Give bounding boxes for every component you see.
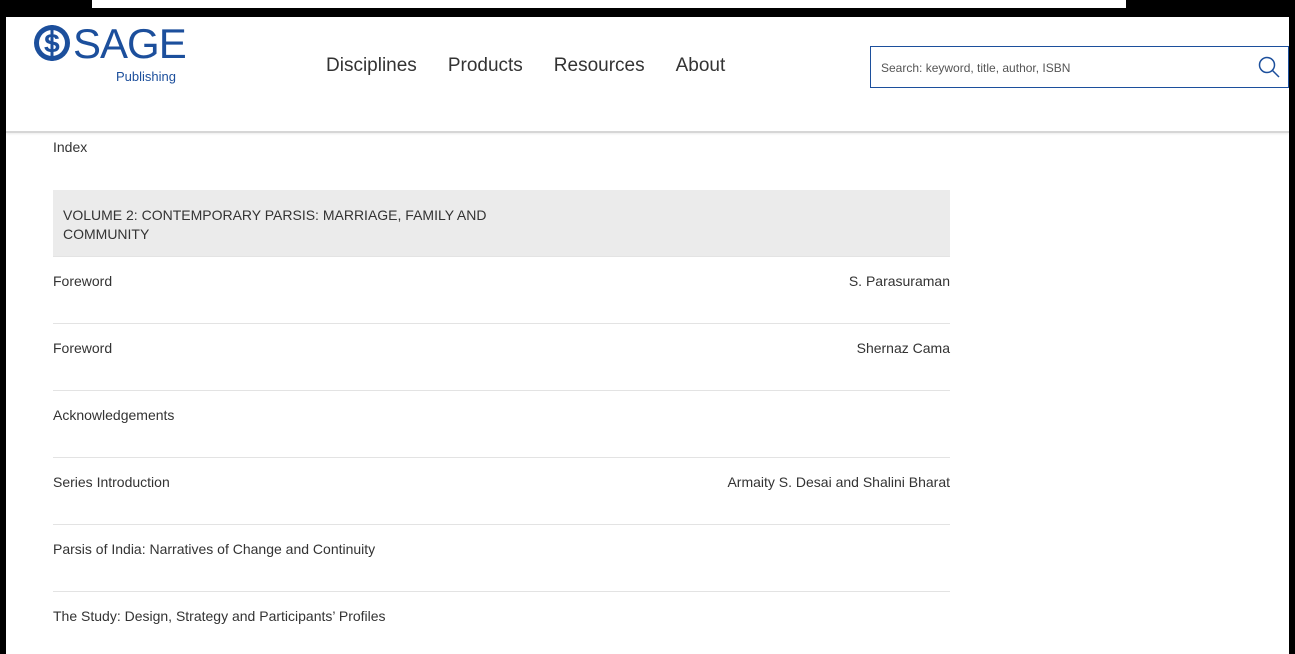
toc-row[interactable]: The Study: Design, Strategy and Particip… — [53, 591, 950, 654]
browser-viewport: S SAGE Publishing Disciplines Products R… — [6, 17, 1289, 654]
search-box — [870, 46, 1289, 89]
sage-logo[interactable]: S SAGE Publishing — [33, 20, 187, 93]
toc-row[interactable]: Acknowledgements — [53, 390, 950, 457]
volume-heading-text: VOLUME 2: CONTEMPORARY PARSIS: MARRIAGE,… — [63, 207, 487, 242]
toc-row-author: S. Parasuraman — [848, 273, 950, 289]
toc-row-title[interactable]: Acknowledgements — [53, 407, 174, 423]
nav-disciplines[interactable]: Disciplines — [326, 54, 417, 78]
screenshot-frame: S SAGE Publishing Disciplines Products R… — [0, 0, 1295, 654]
toc-row[interactable]: Foreword Shernaz Cama — [53, 323, 950, 390]
top-caption-bar — [89, 0, 1129, 11]
toc-row-title[interactable]: Foreword — [53, 273, 112, 289]
toc-row-title[interactable]: Foreword — [53, 340, 112, 356]
logo-subtitle: Publishing — [116, 69, 176, 84]
main-nav: Disciplines Products Resources About — [326, 54, 725, 78]
nav-products[interactable]: Products — [448, 54, 523, 78]
logo-wordmark: SAGE — [73, 20, 187, 67]
nav-resources[interactable]: Resources — [554, 54, 645, 78]
toc-row-title[interactable]: Series Introduction — [53, 474, 170, 490]
nav-about[interactable]: About — [676, 54, 726, 78]
toc-index-link[interactable]: Index — [53, 131, 950, 190]
table-of-contents: Index VOLUME 2: CONTEMPORARY PARSIS: MAR… — [53, 131, 950, 654]
toc-row-author: Shernaz Cama — [856, 340, 950, 356]
toc-row[interactable]: Foreword S. Parasuraman — [53, 256, 950, 323]
toc-row-title[interactable]: The Study: Design, Strategy and Particip… — [53, 608, 386, 624]
toc-row[interactable]: Series Introduction Armaity S. Desai and… — [53, 457, 950, 524]
toc-row[interactable]: Parsis of India: Narratives of Change an… — [53, 524, 950, 591]
sage-logo-icon: S — [34, 25, 70, 61]
volume-heading: VOLUME 2: CONTEMPORARY PARSIS: MARRIAGE,… — [53, 190, 950, 256]
search-input[interactable] — [879, 47, 1233, 89]
toc-row-author: Armaity S. Desai and Shalini Bharat — [727, 474, 950, 490]
toc-row-title[interactable]: Parsis of India: Narratives of Change an… — [53, 541, 375, 557]
search-icon[interactable] — [1258, 56, 1280, 78]
site-header: S SAGE Publishing Disciplines Products R… — [6, 17, 1289, 133]
